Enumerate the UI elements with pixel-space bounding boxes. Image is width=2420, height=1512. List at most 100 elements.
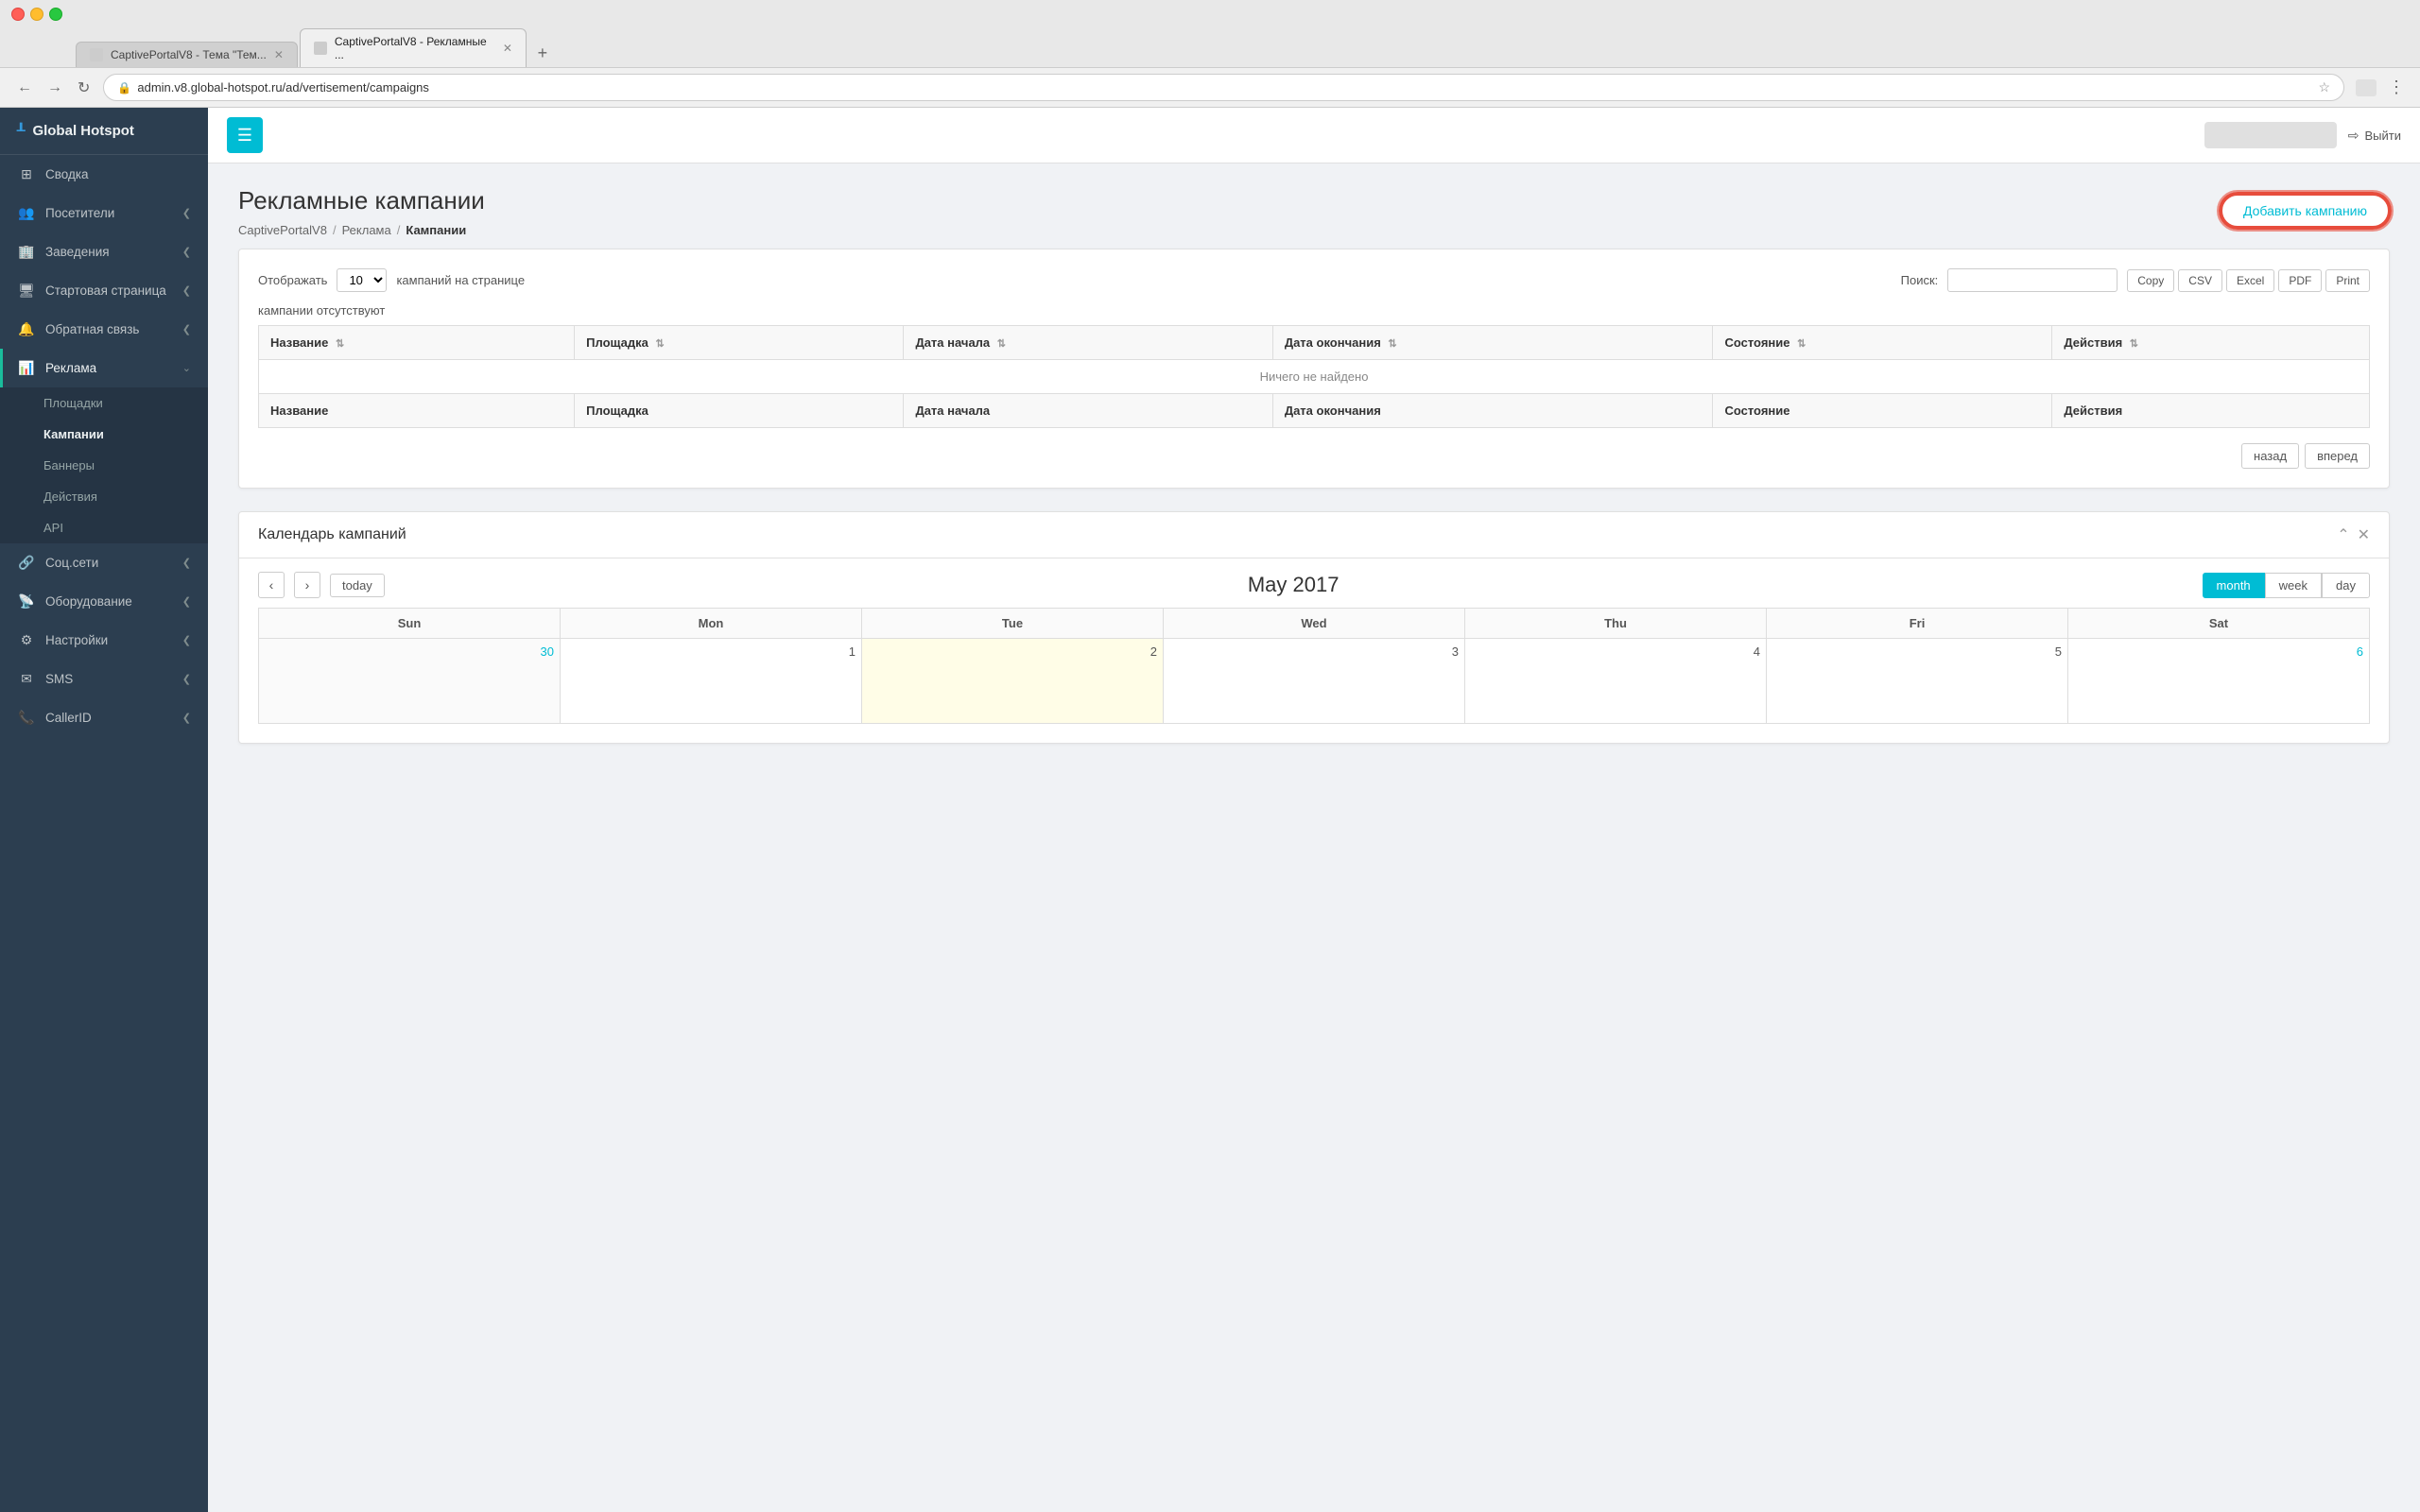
- table-footer-row: Название Площадка Дата начала Дата оконч…: [259, 394, 2370, 428]
- sidebar-item-sms[interactable]: ✉ SMS ❮: [0, 660, 208, 698]
- cal-prev-button[interactable]: ‹: [258, 572, 285, 598]
- cal-date-may6: 6: [2074, 644, 2363, 659]
- sort-icon-date-end[interactable]: ⇅: [1388, 338, 1396, 350]
- bookmark-icon[interactable]: ☆: [2318, 79, 2330, 95]
- cal-next-button[interactable]: ›: [294, 572, 320, 598]
- cal-cell-apr30: 30: [259, 639, 561, 724]
- next-page-button[interactable]: вперед: [2305, 443, 2370, 469]
- col-state: Состояние ⇅: [1713, 326, 2052, 360]
- reload-button[interactable]: ↻: [72, 75, 95, 101]
- cal-week-1: 30 1 2 3 4 5: [258, 639, 2370, 724]
- calendar-header-controls: ⌃ ✕: [2337, 525, 2370, 544]
- sidebar-sub-api[interactable]: API: [0, 512, 208, 543]
- sidebar-item-oborudovanie[interactable]: 📡 Оборудование ❮: [0, 582, 208, 621]
- tab-close-2[interactable]: ✕: [503, 42, 512, 55]
- excel-button[interactable]: Excel: [2226, 269, 2274, 292]
- cal-date-may4: 4: [1471, 644, 1760, 659]
- sort-icon-actions[interactable]: ⇅: [2130, 338, 2138, 350]
- sidebar-sub-bannery[interactable]: Баннеры: [0, 450, 208, 481]
- page-size-select[interactable]: 10: [337, 268, 387, 292]
- pdf-button[interactable]: PDF: [2278, 269, 2322, 292]
- sidebar: ┸ Global Hotspot ⊞ Сводка 👥 Посетители ❮…: [0, 108, 208, 1512]
- sort-icon-ploshchadka[interactable]: ⇅: [656, 338, 665, 350]
- traffic-light-close[interactable]: [11, 8, 25, 21]
- footer-col-ploshchadka: Площадка: [575, 394, 904, 428]
- cal-date-may2: 2: [868, 644, 1157, 659]
- settings-icon: ⚙: [17, 632, 36, 648]
- menu-toggle-button[interactable]: ☰: [227, 117, 263, 153]
- building-icon: 🏢: [17, 244, 36, 260]
- sidebar-brand: ┸ Global Hotspot: [0, 108, 208, 155]
- col-name: Название ⇅: [259, 326, 575, 360]
- feedback-icon: 🔔: [17, 321, 36, 337]
- sidebar-label-zavedeniya: Заведения: [45, 245, 110, 259]
- sidebar-sub-kampanii[interactable]: Кампании: [0, 419, 208, 450]
- cal-month-view-button[interactable]: month: [2203, 573, 2265, 598]
- calendar-grid: Sun Mon Tue Wed Thu Fri Sat 30 1: [239, 608, 2389, 743]
- calendar-close-icon[interactable]: ✕: [2358, 525, 2370, 544]
- sidebar-item-callerid[interactable]: 📞 CallerID ❮: [0, 698, 208, 737]
- sidebar-item-nastroyki[interactable]: ⚙ Настройки ❮: [0, 621, 208, 660]
- prev-page-button[interactable]: назад: [2241, 443, 2299, 469]
- calendar-header: Календарь кампаний ⌃ ✕: [239, 512, 2389, 558]
- dashboard-icon: ⊞: [17, 166, 36, 182]
- breadcrumb: CaptivePortalV8 / Реклама / Кампании: [238, 223, 485, 237]
- tab-title-2: CaptivePortalV8 - Рекламные ...: [335, 35, 495, 61]
- add-campaign-button[interactable]: Добавить кампанию: [2221, 194, 2390, 228]
- traffic-light-minimize[interactable]: [30, 8, 43, 21]
- sidebar-item-svodka[interactable]: ⊞ Сводка: [0, 155, 208, 194]
- chevron-right-icon-6: ❮: [182, 595, 191, 608]
- traffic-light-maximize[interactable]: [49, 8, 62, 21]
- phone-icon: 📞: [17, 710, 36, 726]
- browser-tab-1[interactable]: CaptivePortalV8 - Тема "Тем... ✕: [76, 42, 298, 67]
- new-tab-button[interactable]: +: [528, 39, 557, 67]
- browser-menu-icon[interactable]: ⋮: [2384, 77, 2409, 97]
- sidebar-sub-deystviya[interactable]: Действия: [0, 481, 208, 512]
- address-bar[interactable]: 🔒 admin.v8.global-hotspot.ru/ad/vertisem…: [103, 74, 2344, 101]
- sidebar-label-startovaya: Стартовая страница: [45, 284, 166, 298]
- extensions-area: [2356, 79, 2377, 96]
- cal-cell-may1: 1: [561, 639, 862, 724]
- calendar-collapse-icon[interactable]: ⌃: [2337, 525, 2349, 544]
- chevron-right-icon-4: ❮: [182, 323, 191, 335]
- back-button[interactable]: ←: [11, 76, 38, 100]
- search-input[interactable]: [1947, 268, 2118, 292]
- chevron-right-icon-5: ❮: [182, 557, 191, 569]
- cal-day-view-button[interactable]: day: [2322, 573, 2370, 598]
- chevron-right-icon-2: ❮: [182, 246, 191, 258]
- sidebar-item-socseti[interactable]: 🔗 Соц.сети ❮: [0, 543, 208, 582]
- sidebar-item-posetiteli[interactable]: 👥 Посетители ❮: [0, 194, 208, 232]
- sidebar-label-oborudovanie: Оборудование: [45, 594, 132, 609]
- copy-button[interactable]: Copy: [2127, 269, 2174, 292]
- sort-icon-state[interactable]: ⇅: [1797, 338, 1806, 350]
- col-date-end: Дата окончания ⇅: [1272, 326, 1713, 360]
- print-button[interactable]: Print: [2325, 269, 2370, 292]
- sidebar-sub-ploshchadki[interactable]: Площадки: [0, 387, 208, 419]
- cal-week-view-button[interactable]: week: [2265, 573, 2322, 598]
- cal-cell-may2: 2: [862, 639, 1164, 724]
- per-page-label: кампаний на странице: [396, 273, 525, 287]
- page-header: Рекламные кампании CaptivePortalV8 / Рек…: [208, 163, 2420, 249]
- sidebar-item-feedback[interactable]: 🔔 Обратная связь ❮: [0, 310, 208, 349]
- browser-tab-2[interactable]: CaptivePortalV8 - Рекламные ... ✕: [300, 28, 527, 67]
- users-icon: 👥: [17, 205, 36, 221]
- sidebar-item-startovaya[interactable]: 🖥 Стартовая страница ❮: [0, 271, 208, 310]
- forward-button[interactable]: →: [42, 76, 68, 100]
- logout-button[interactable]: ⇨ Выйти: [2348, 128, 2401, 144]
- sort-icon-date-start[interactable]: ⇅: [997, 338, 1006, 350]
- table-controls: Отображать 10 кампаний на странице Поиск…: [258, 268, 2370, 292]
- sidebar-item-zavedeniya[interactable]: 🏢 Заведения ❮: [0, 232, 208, 271]
- chevron-right-icon-8: ❮: [182, 673, 191, 685]
- lock-icon: 🔒: [117, 81, 131, 94]
- breadcrumb-mid: Реклама: [342, 223, 391, 237]
- cal-today-button[interactable]: today: [330, 574, 385, 597]
- tab-close-1[interactable]: ✕: [274, 48, 284, 61]
- cal-date-may3: 3: [1169, 644, 1459, 659]
- sidebar-item-reklama[interactable]: 📊 Реклама ⌄: [0, 349, 208, 387]
- csv-button[interactable]: CSV: [2178, 269, 2222, 292]
- cal-cell-may5: 5: [1767, 639, 2068, 724]
- sort-icon-name[interactable]: ⇅: [336, 338, 344, 350]
- url-text: admin.v8.global-hotspot.ru/ad/vertisemen…: [137, 80, 2312, 94]
- social-icon: 🔗: [17, 555, 36, 571]
- sidebar-label-posetiteli: Посетители: [45, 206, 114, 220]
